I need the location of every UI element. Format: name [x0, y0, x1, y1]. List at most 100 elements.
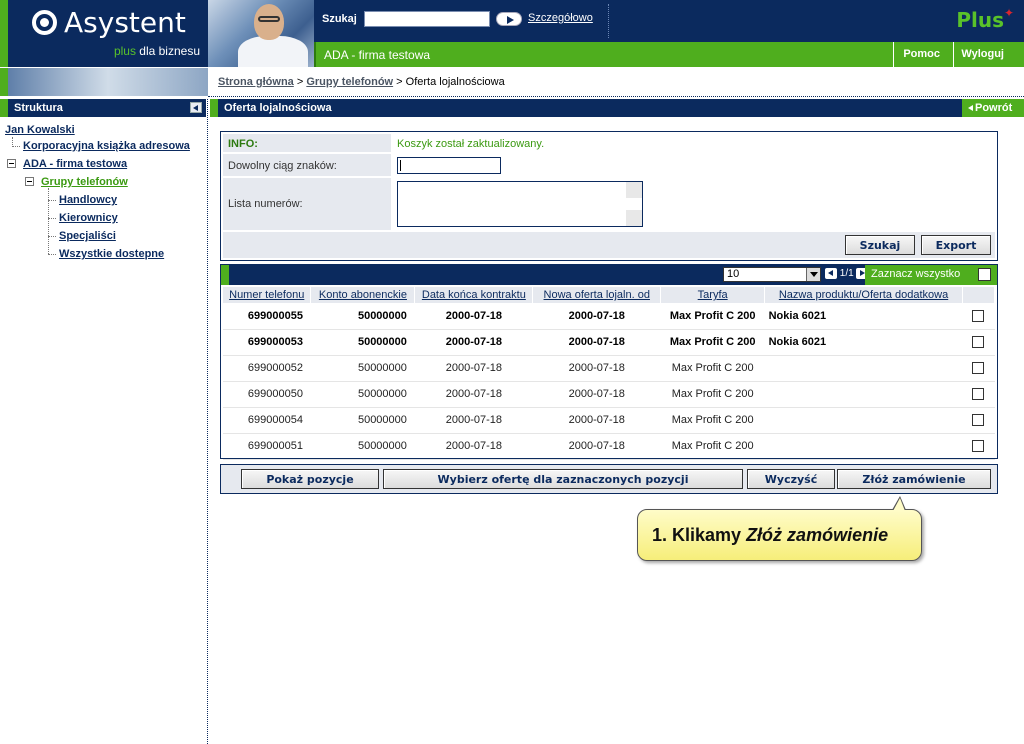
- row-checkbox[interactable]: [972, 336, 985, 349]
- text-filter-input[interactable]: [397, 157, 501, 174]
- export-button[interactable]: Export: [921, 235, 991, 255]
- section-title: Oferta lojalnościowa: [224, 102, 332, 114]
- brand-tagline: plus dla biznesu: [114, 44, 200, 58]
- pager: 1/1: [825, 268, 869, 279]
- search-input[interactable]: [364, 11, 490, 27]
- column-header[interactable]: Data końca kontraktu: [414, 287, 534, 303]
- results-table: Numer telefonu Konto abonenckie Data koń…: [223, 287, 996, 460]
- table-row: 699000055 50000000 2000-07-18 2000-07-18 Max…: [223, 303, 995, 330]
- cell-account: 50000000: [310, 407, 415, 434]
- plus-star-icon: ✦: [1003, 6, 1014, 20]
- sidebar-title: Struktura: [14, 102, 63, 114]
- cell-tariff: Max Profit C 200: [660, 329, 765, 356]
- cell-phone: 699000055: [223, 303, 311, 330]
- detailed-search-link[interactable]: Szczegółowo: [528, 12, 593, 24]
- breadcrumb: Strona główna > Grupy telefonów > Oferta…: [218, 76, 505, 88]
- cell-account: 50000000: [310, 329, 415, 356]
- logout-link[interactable]: Wyloguj: [961, 48, 1004, 60]
- cell-offer-from: 2000-07-18: [532, 433, 661, 460]
- page-size-select[interactable]: 10: [723, 267, 821, 282]
- asystent-logo-icon: [32, 10, 57, 35]
- row-checkbox[interactable]: [972, 414, 985, 427]
- help-link[interactable]: Pomoc: [903, 48, 940, 60]
- clear-button[interactable]: Wyczyść: [747, 469, 835, 489]
- row-checkbox[interactable]: [972, 309, 985, 322]
- cell-phone: 699000054: [223, 407, 311, 434]
- breadcrumb-current: Oferta lojalnościowa: [405, 76, 505, 88]
- cell-end: 2000-07-18: [414, 381, 533, 408]
- tree-collapse-icon[interactable]: [25, 177, 34, 186]
- tree-group-item[interactable]: Handlowcy: [59, 194, 117, 206]
- show-items-button[interactable]: Pokaż pozycje: [241, 469, 379, 489]
- cell-tariff: Max Profit C 200: [660, 303, 765, 330]
- section-header: Oferta lojalnościowa Powrót: [210, 99, 1024, 117]
- callout-text: 1. Klikamy Złóż zamówienie: [652, 525, 889, 545]
- breadcrumb-groups[interactable]: Grupy telefonów: [306, 76, 393, 88]
- info-message: Koszyk został zaktualizowany.: [397, 138, 545, 150]
- cell-tariff: Max Profit C 200: [660, 407, 765, 434]
- cell-offer-from: 2000-07-18: [532, 381, 661, 408]
- breadcrumb-home[interactable]: Strona główna: [218, 76, 294, 88]
- textarea-scrollbar[interactable]: [626, 182, 642, 226]
- prev-page-icon[interactable]: [825, 268, 837, 279]
- table-row: 699000053 50000000 2000-07-18 2000-07-18 Max…: [223, 329, 995, 356]
- table-row: 699000051 50000000 2000-07-18 2000-07-18 Max…: [223, 433, 995, 460]
- table-row: 699000054 50000000 2000-07-18 2000-07-18 Max…: [223, 407, 995, 434]
- text-filter-label: Dowolny ciąg znaków:: [223, 154, 391, 176]
- cell-product: [764, 381, 963, 408]
- collapse-sidebar-icon[interactable]: [190, 102, 202, 113]
- cell-tariff: Max Profit C 200: [660, 381, 765, 408]
- cell-account: 50000000: [310, 433, 415, 460]
- app-logo: Asystent plus dla biznesu: [0, 0, 208, 67]
- header-photo: [208, 0, 314, 67]
- cell-account: 50000000: [310, 381, 415, 408]
- cell-tariff: Max Profit C 200: [660, 433, 765, 460]
- back-arrow-icon: [968, 105, 973, 111]
- column-header[interactable]: Konto abonenckie: [310, 287, 416, 303]
- tree-groups[interactable]: Grupy telefonów: [41, 176, 128, 188]
- search-go-button[interactable]: [496, 12, 522, 26]
- search-button[interactable]: Szukaj: [845, 235, 915, 255]
- chevron-down-icon[interactable]: [806, 268, 820, 281]
- tree-collapse-icon[interactable]: [7, 159, 16, 168]
- column-header[interactable]: Nowa oferta lojaln. od: [532, 287, 662, 303]
- column-header[interactable]: Nazwa produktu/Oferta dodatkowa: [764, 287, 963, 303]
- cell-offer-from: 2000-07-18: [532, 303, 661, 330]
- cell-end: 2000-07-18: [414, 329, 533, 356]
- callout-emphasis: Złóż zamówienie: [746, 525, 889, 545]
- back-button[interactable]: Powrót: [962, 99, 1024, 117]
- row-checkbox[interactable]: [972, 388, 985, 401]
- cell-end: 2000-07-18: [414, 355, 533, 382]
- results-panel: 10 1/1 Zaznacz wszystko Numer telefonu K…: [220, 264, 998, 460]
- cell-product: [764, 433, 963, 460]
- tagline-plus: plus: [113, 44, 136, 58]
- cell-phone: 699000052: [223, 355, 311, 382]
- place-order-button[interactable]: Złóż zamówienie: [837, 469, 991, 489]
- cell-end: 2000-07-18: [414, 303, 533, 330]
- select-all-label: Zaznacz wszystko: [871, 268, 961, 280]
- plus-operator-logo: Plus ✦: [956, 6, 1014, 32]
- cell-tariff: Max Profit C 200: [660, 355, 765, 382]
- row-checkbox[interactable]: [972, 440, 985, 453]
- number-list-textarea[interactable]: [397, 181, 643, 227]
- cell-product: Nokia 6021: [764, 303, 963, 330]
- table-toolbar: 10 1/1 Zaznacz wszystko: [221, 265, 997, 285]
- actions-bar: Pokaż pozycje Wybierz ofertę dla zaznacz…: [220, 464, 998, 494]
- plus-logo-text: Plus: [956, 8, 1004, 32]
- tree-group-item[interactable]: Kierownicy: [59, 212, 118, 224]
- cell-phone: 699000051: [223, 433, 311, 460]
- column-header[interactable]: Numer telefonu: [223, 287, 312, 303]
- brand-name: Asystent: [64, 6, 186, 39]
- sidebar-header: Struktura: [0, 99, 206, 117]
- column-header[interactable]: Taryfa: [660, 287, 766, 303]
- tree-user[interactable]: Jan Kowalski: [5, 124, 75, 136]
- table-row: 699000052 50000000 2000-07-18 2000-07-18 Max…: [223, 355, 995, 382]
- choose-offer-button[interactable]: Wybierz ofertę dla zaznaczonych pozycji: [383, 469, 743, 489]
- row-checkbox[interactable]: [972, 362, 985, 375]
- select-all-checkbox[interactable]: [978, 268, 991, 281]
- company-title: ADA - firma testowa: [324, 48, 431, 62]
- tree-group-item[interactable]: Wszystkie dostepne: [59, 248, 164, 260]
- tree-company[interactable]: ADA - firma testowa: [23, 158, 127, 170]
- tree-group-item[interactable]: Specjaliści: [59, 230, 116, 242]
- tree-address-book[interactable]: Korporacyjna książka adresowa: [23, 140, 190, 152]
